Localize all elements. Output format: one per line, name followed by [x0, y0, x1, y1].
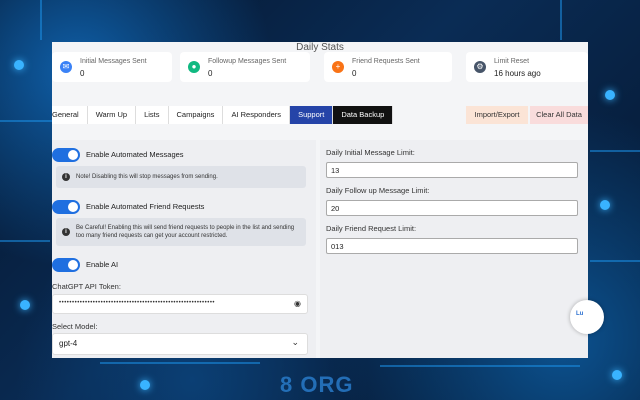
tab-campaigns[interactable]: Campaigns	[168, 106, 224, 124]
tab-lists[interactable]: Lists	[136, 106, 169, 124]
import-export-button[interactable]: Import/Export	[466, 106, 528, 124]
stat-label: Initial Messages Sent	[80, 58, 147, 65]
enable-ai-toggle[interactable]	[52, 258, 80, 272]
toggle-knob	[68, 150, 78, 160]
info-icon: i	[62, 173, 70, 181]
friend-limit-label: Daily Friend Request Limit:	[326, 224, 417, 233]
automated-messages-toggle[interactable]	[52, 148, 80, 162]
chat-widget-label: Lu	[576, 311, 584, 317]
model-select-value: gpt-4	[59, 339, 78, 348]
api-token-value: ••••••••••••••••••••••••••••••••••••••••…	[59, 300, 216, 306]
clear-all-data-button[interactable]: Clear All Data	[530, 106, 588, 124]
eye-slash-icon[interactable]: ◉	[294, 299, 301, 308]
automated-friend-requests-label: Enable Automated Friend Requests	[86, 202, 205, 211]
friend-limit-input[interactable]: 013	[326, 238, 578, 254]
enable-ai-label: Enable AI	[86, 260, 119, 269]
stat-value: 16 hours ago	[494, 69, 541, 78]
api-token-input[interactable]: ••••••••••••••••••••••••••••••••••••••••…	[52, 294, 308, 314]
info-icon: i	[62, 228, 70, 236]
tab-support[interactable]: Support	[290, 106, 334, 124]
followup-limit-label: Daily Follow up Message Limit:	[326, 186, 430, 195]
general-settings-left: Enable Automated Messages i Note! Disabl…	[52, 140, 316, 358]
background-label: 8 ORG	[280, 372, 354, 397]
stat-initial-messages: ✉ Initial Messages Sent 0	[52, 52, 172, 82]
model-select[interactable]: gpt-4 ⌄	[52, 333, 308, 355]
stat-label: Limit Reset	[494, 58, 530, 65]
tab-ai-responders[interactable]: AI Responders	[223, 106, 291, 124]
automated-friend-requests-toggle[interactable]	[52, 200, 80, 214]
stat-value: 0	[352, 69, 357, 78]
select-model-label: Select Model:	[52, 322, 98, 331]
messages-note: i Note! Disabling this will stop message…	[56, 166, 306, 188]
stat-value: 0	[208, 69, 213, 78]
app-panel: Daily Stats ✉ Initial Messages Sent 0 ● …	[52, 42, 588, 358]
followup-limit-input[interactable]: 20	[326, 200, 578, 216]
chevron-down-icon: ⌄	[291, 337, 299, 347]
gear-icon: ⚙	[474, 61, 486, 73]
tab-warm-up[interactable]: Warm Up	[87, 106, 137, 124]
tab-data-backup[interactable]: Data Backup	[333, 106, 394, 124]
stat-label: Friend Requests Sent	[352, 58, 420, 65]
message-icon: ✉	[60, 61, 72, 73]
stat-label: Followup Messages Sent	[208, 58, 287, 65]
stat-followup-messages: ● Followup Messages Sent 0	[180, 52, 310, 82]
friend-requests-note: i Be Careful! Enabling this will send fr…	[56, 218, 306, 246]
stat-friend-requests: + Friend Requests Sent 0	[324, 52, 452, 82]
automated-messages-label: Enable Automated Messages	[86, 150, 184, 159]
messages-note-text: Note! Disabling this will stop messages …	[76, 174, 218, 180]
initial-limit-input[interactable]: 13	[326, 162, 578, 178]
chat-icon: ●	[188, 61, 200, 73]
stat-limit-reset: ⚙ Limit Reset 16 hours ago	[466, 52, 588, 82]
api-token-label: ChatGPT API Token:	[52, 282, 121, 291]
stat-value: 0	[80, 69, 85, 78]
friend-requests-note-text: Be Careful! Enabling this will send frie…	[76, 225, 295, 239]
general-settings-right: Daily Initial Message Limit: 13 Daily Fo…	[320, 140, 588, 358]
tab-bar: General Warm Up Lists Campaigns AI Respo…	[52, 106, 394, 124]
user-plus-icon: +	[332, 61, 344, 73]
toggle-knob	[68, 202, 78, 212]
toggle-knob	[68, 260, 78, 270]
initial-limit-label: Daily Initial Message Limit:	[326, 148, 415, 157]
tab-general[interactable]: General	[52, 106, 88, 124]
chat-widget-button[interactable]: Lu	[570, 300, 604, 334]
